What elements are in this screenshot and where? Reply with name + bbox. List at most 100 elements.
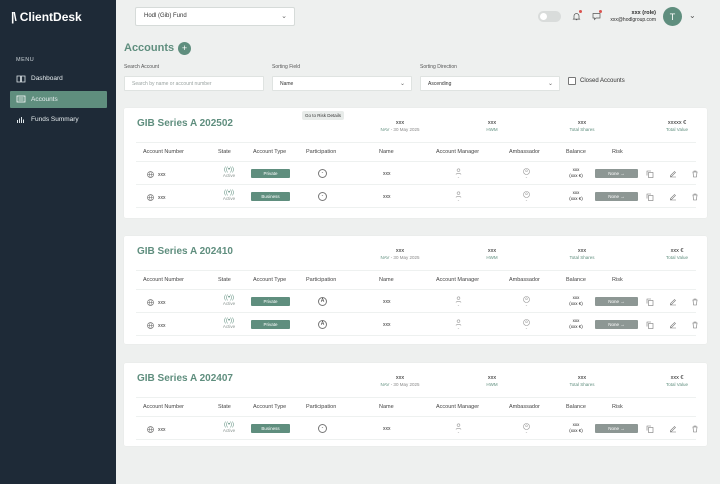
theme-toggle[interactable]: [538, 11, 561, 22]
trash-icon[interactable]: [690, 424, 699, 433]
participation-badge[interactable]: -: [318, 192, 327, 201]
manager-text: -: [457, 430, 460, 436]
closed-accounts-filter[interactable]: Closed Accounts: [568, 77, 625, 85]
ambassador[interactable]: -: [522, 167, 531, 181]
participation-badge[interactable]: A: [318, 297, 327, 306]
stat-value: xxx: [395, 248, 405, 254]
ambassador[interactable]: -: [522, 318, 531, 332]
sorting-direction-value: Ascending: [428, 81, 452, 87]
stat-value: xxx: [577, 120, 587, 126]
fund-title: GIB Series A 202407: [137, 373, 233, 384]
sidebar: |\ ClientDesk MENU Dashboard Accounts Fu…: [0, 0, 116, 484]
ambassador[interactable]: -: [522, 190, 531, 204]
table-row[interactable]: xxx ((•)) Active Business - xxx - - xxx (xxx €) No…: [136, 418, 699, 440]
risk-button[interactable]: None →: [595, 424, 638, 433]
sidebar-item-funds-summary[interactable]: Funds Summary: [10, 111, 107, 128]
account-manager[interactable]: -: [454, 422, 463, 436]
account-number[interactable]: xxx: [146, 170, 166, 179]
stat-value: xxx: [395, 120, 405, 126]
account-manager[interactable]: -: [454, 190, 463, 204]
table-row[interactable]: xxx ((•)) Active Private - xxx - - xxx (xxx €) Non…: [136, 163, 699, 185]
participation-badge[interactable]: A: [318, 320, 327, 329]
sidebar-item-accounts[interactable]: Accounts: [10, 90, 107, 108]
menu-label: MENU: [16, 57, 35, 63]
edit-icon[interactable]: [668, 192, 677, 201]
balance-eur: (xxx €): [569, 196, 583, 201]
sidebar-item-dashboard[interactable]: Dashboard: [10, 70, 107, 87]
account-manager[interactable]: -: [454, 295, 463, 309]
participation-badge[interactable]: -: [318, 424, 327, 433]
table-row[interactable]: xxx ((•)) Active Private Axxx - - xxx (xxx €) Non…: [136, 291, 699, 313]
risk-button[interactable]: None →: [595, 320, 638, 329]
user-info[interactable]: xxx (role) xxx@hodlgroup.com: [610, 10, 656, 23]
copy-icon[interactable]: [645, 169, 654, 178]
stat-value: xxx: [487, 248, 497, 254]
edit-icon[interactable]: [668, 320, 677, 329]
account-manager[interactable]: -: [454, 167, 463, 181]
manager-text: -: [457, 175, 460, 181]
account-name: xxx: [383, 322, 391, 328]
stat-value: xxx: [395, 375, 405, 381]
ambassador-text: -: [525, 175, 528, 181]
column-header: Participation: [306, 149, 337, 155]
risk-button[interactable]: None →: [595, 169, 638, 178]
state-text: Active: [222, 196, 236, 201]
search-input[interactable]: Search by name or account number: [124, 76, 264, 91]
ambassador[interactable]: -: [522, 295, 531, 309]
globe-icon: [146, 193, 155, 202]
avatar[interactable]: T: [663, 7, 682, 26]
copy-icon[interactable]: [645, 297, 654, 306]
closed-accounts-checkbox[interactable]: [568, 77, 576, 85]
trash-icon[interactable]: [690, 297, 699, 306]
risk-details-link[interactable]: Go to Risk Details: [302, 111, 345, 120]
account-name: xxx: [383, 194, 391, 200]
sorting-direction-label: Sorting Direction: [420, 64, 457, 70]
notifications-button[interactable]: [570, 10, 582, 22]
stat-value: xxx: [577, 375, 587, 381]
message-dot: [599, 10, 602, 13]
edit-icon[interactable]: [668, 169, 677, 178]
column-header: Risk: [612, 149, 623, 155]
nav-stat: xxx NAV - 30 May 2025: [372, 375, 428, 387]
sorting-direction-select[interactable]: Ascending ⌄: [420, 76, 560, 91]
account-type-badge: Private: [251, 169, 290, 178]
table-row[interactable]: xxx ((•)) Active Business - xxx - - xxx (xxx €) No…: [136, 186, 699, 208]
risk-button[interactable]: None →: [595, 192, 638, 201]
column-header: Name: [379, 149, 394, 155]
table-row[interactable]: xxx ((•)) Active Private Axxx - - xxx (xxx €) Non…: [136, 314, 699, 336]
balance-eur: (xxx €): [569, 173, 583, 178]
trash-icon[interactable]: [690, 192, 699, 201]
ambassador[interactable]: -: [522, 422, 531, 436]
account-number[interactable]: xxx: [146, 425, 166, 434]
edit-icon[interactable]: [668, 297, 677, 306]
column-header: State: [218, 149, 231, 155]
copy-icon[interactable]: [645, 424, 654, 433]
user-menu-chevron-icon[interactable]: ⌄: [689, 11, 696, 20]
balance-eur: (xxx €): [569, 324, 583, 329]
risk-button[interactable]: None →: [595, 297, 638, 306]
table-header: Account Number State Account Type Participa…: [136, 397, 696, 417]
add-account-button[interactable]: +: [178, 42, 191, 55]
column-header: Name: [379, 404, 394, 410]
edit-icon[interactable]: [668, 424, 677, 433]
copy-icon[interactable]: [645, 320, 654, 329]
account-manager[interactable]: -: [454, 318, 463, 332]
participation-badge[interactable]: -: [318, 169, 327, 178]
messages-button[interactable]: [590, 10, 602, 22]
account-number[interactable]: xxx: [146, 298, 166, 307]
fund-select[interactable]: Hodl (Gib) Fund ⌄: [135, 7, 295, 26]
account-number[interactable]: xxx: [146, 193, 166, 202]
column-header: Risk: [612, 404, 623, 410]
trash-icon[interactable]: [690, 320, 699, 329]
trash-icon[interactable]: [690, 169, 699, 178]
sorting-field-select[interactable]: Name ⌄: [272, 76, 412, 91]
closed-accounts-label: Closed Accounts: [580, 78, 625, 84]
copy-icon[interactable]: [645, 192, 654, 201]
logo-mark: |\: [11, 10, 17, 24]
app-logo[interactable]: |\ ClientDesk: [11, 10, 82, 24]
stat-label: HWM: [472, 127, 512, 132]
account-number-text: xxx: [158, 171, 166, 178]
account-number[interactable]: xxx: [146, 321, 166, 330]
column-header: Account Manager: [436, 404, 480, 410]
stat-label: Total Value: [657, 382, 697, 387]
